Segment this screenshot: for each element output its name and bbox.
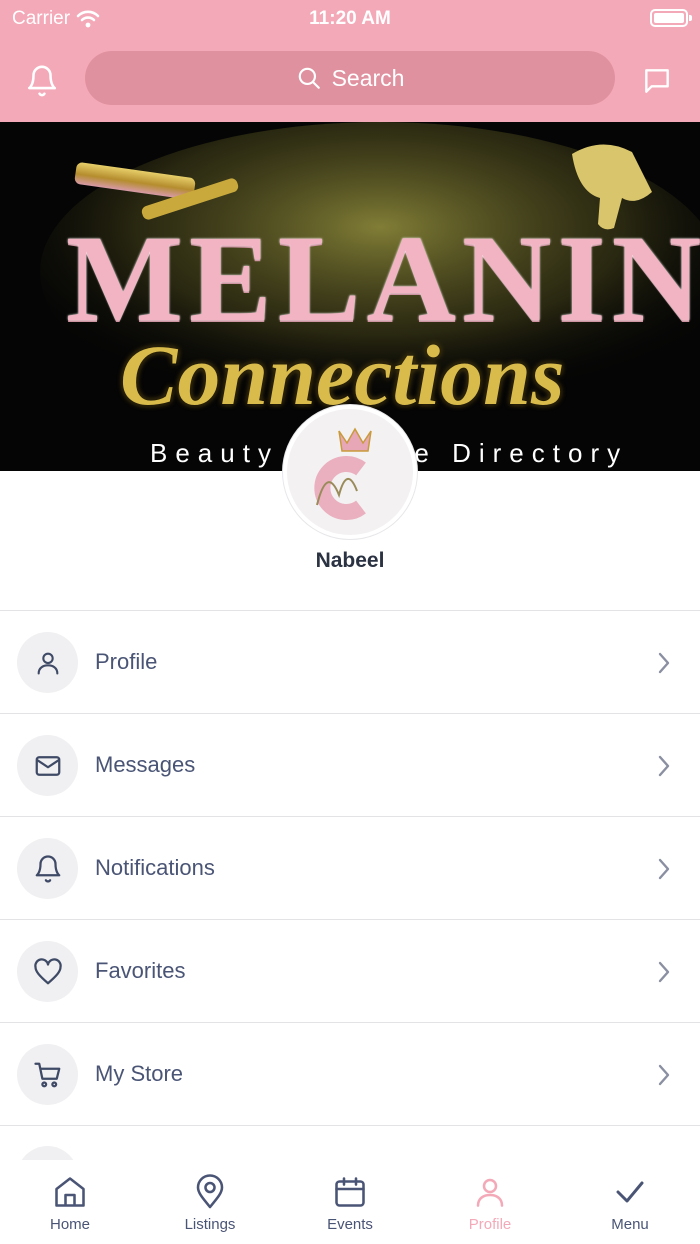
status-bar: Carrier 11:20 AM: [0, 0, 700, 40]
bottom-tab-bar: Home Listings Events Profile Menu: [0, 1160, 700, 1244]
menu-item-messages[interactable]: Messages: [0, 714, 700, 817]
search-icon: [298, 67, 320, 89]
chevron-right-icon: [658, 961, 670, 983]
user-icon: [37, 652, 58, 675]
banner-title-line1: MELANIN: [66, 210, 700, 347]
tab-profile[interactable]: Profile: [420, 1160, 560, 1244]
bell-icon: [27, 65, 57, 97]
menu-item-label: Messages: [95, 752, 196, 777]
user-name: Nabeel: [315, 549, 385, 572]
profile-menu-list: Profile Messages Notifications Favorites: [0, 610, 700, 1207]
chat-icon: [645, 69, 669, 93]
menu-icon-circle: [17, 1044, 78, 1105]
menu-item-favorites[interactable]: Favorites: [0, 920, 700, 1023]
status-time: 11:20 AM: [309, 8, 391, 29]
user-icon: [476, 1178, 504, 1207]
avatar-logo-image: [287, 409, 413, 535]
menu-item-label: Favorites: [95, 958, 186, 983]
chevron-right-icon: [658, 652, 670, 674]
tab-label: Profile: [468, 1216, 512, 1233]
battery-icon: [650, 9, 692, 27]
checkmark-icon: [616, 1181, 644, 1203]
tab-label: Menu: [611, 1216, 649, 1233]
menu-icon-circle: [17, 632, 78, 693]
menu-icon-circle: [17, 941, 78, 1002]
cart-icon: [33, 1062, 60, 1087]
tab-label: Home: [49, 1216, 90, 1233]
menu-item-label: Notifications: [95, 855, 215, 880]
tab-label: Events: [327, 1216, 373, 1233]
chat-button[interactable]: [635, 59, 679, 103]
menu-item-my-store[interactable]: My Store: [0, 1023, 700, 1126]
tab-menu[interactable]: Menu: [560, 1160, 700, 1244]
menu-item-notifications[interactable]: Notifications: [0, 817, 700, 920]
home-icon: [55, 1177, 85, 1207]
mail-icon: [35, 755, 60, 776]
search-placeholder: Search: [331, 64, 405, 91]
bell-icon: [35, 854, 60, 883]
notifications-bell-button[interactable]: [20, 59, 64, 103]
calendar-icon: [335, 1177, 365, 1207]
heart-icon: [33, 957, 62, 984]
tab-home[interactable]: Home: [0, 1160, 140, 1244]
menu-icon-circle: [17, 838, 78, 899]
avatar[interactable]: [283, 405, 417, 539]
top-bar: Search: [0, 40, 700, 122]
tab-listings[interactable]: Listings: [140, 1160, 280, 1244]
menu-item-label: My Store: [95, 1061, 184, 1086]
menu-item-label: Profile: [95, 649, 158, 674]
chevron-right-icon: [658, 858, 670, 880]
chevron-right-icon: [658, 755, 670, 777]
tab-label: Listings: [184, 1216, 236, 1233]
menu-icon-circle: [17, 735, 78, 796]
menu-item-profile[interactable]: Profile: [0, 611, 700, 714]
search-input[interactable]: Search: [85, 51, 615, 105]
map-pin-icon: [196, 1174, 224, 1209]
chevron-right-icon: [658, 1064, 670, 1086]
tab-events[interactable]: Events: [280, 1160, 420, 1244]
